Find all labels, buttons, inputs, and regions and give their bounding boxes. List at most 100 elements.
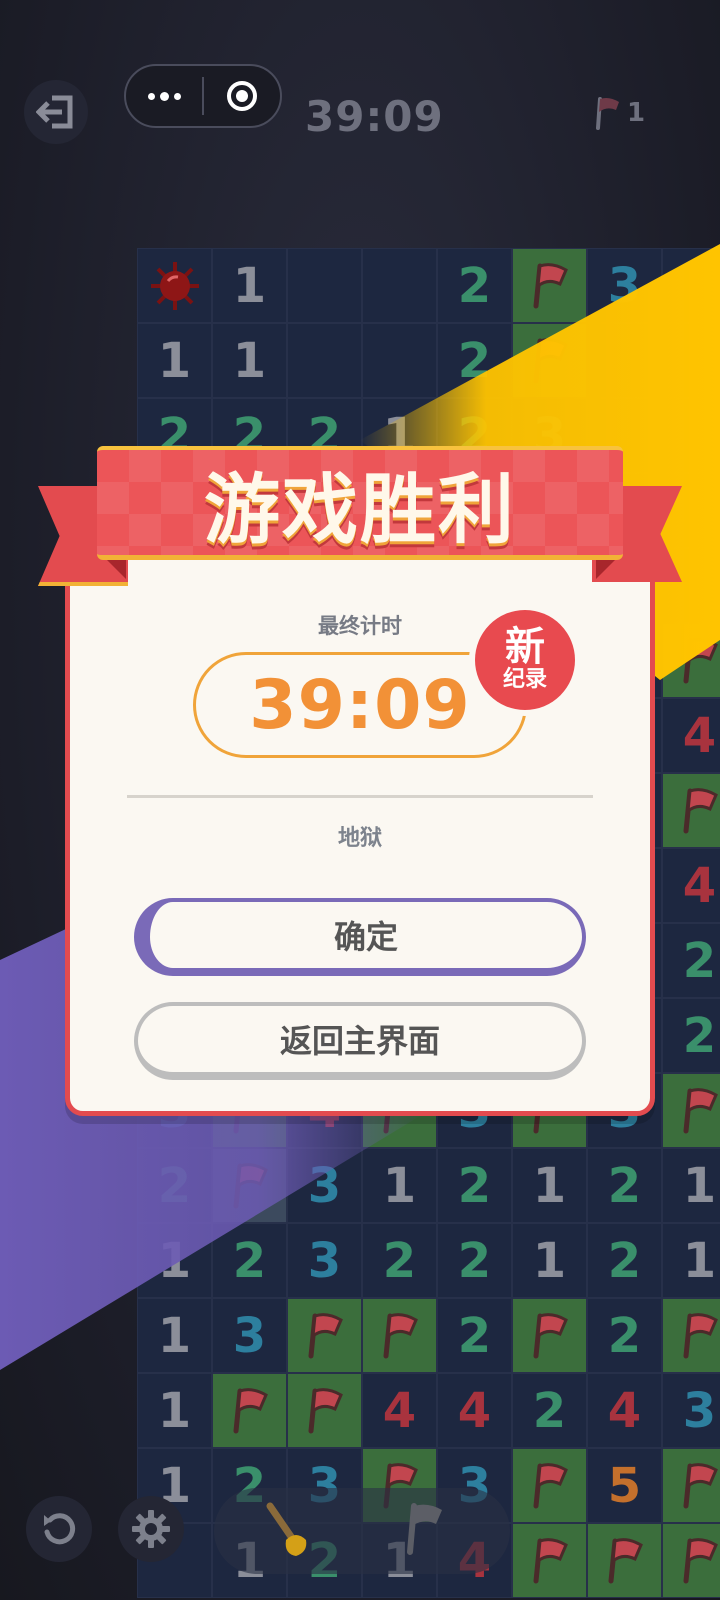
mine-cell[interactable]: [137, 248, 212, 323]
flag-icon: [233, 1387, 268, 1433]
more-dot: [159, 91, 169, 101]
flag-icon: [533, 1312, 568, 1358]
number-cell[interactable]: 2: [212, 1223, 287, 1298]
final-time-value: 39:09: [249, 665, 471, 745]
close-miniprogram-button[interactable]: [204, 81, 280, 111]
flag-icon: [308, 1312, 343, 1358]
number-cell[interactable]: 4: [587, 1373, 662, 1448]
number-cell[interactable]: 2: [662, 923, 720, 998]
number-cell[interactable]: 1: [662, 1223, 720, 1298]
flagged-cell[interactable]: [662, 1448, 720, 1523]
flagged-cell[interactable]: [362, 1298, 437, 1373]
number-cell[interactable]: 4: [362, 1373, 437, 1448]
final-time-label: 最终计时: [318, 614, 402, 638]
number-cell[interactable]: 1: [512, 1223, 587, 1298]
number-cell[interactable]: 2: [362, 1223, 437, 1298]
number-cell[interactable]: 2: [662, 998, 720, 1073]
flag-icon: [383, 1312, 418, 1358]
more-dot: [147, 92, 155, 100]
flag-icon: [407, 1503, 442, 1555]
flagged-cell[interactable]: [287, 1373, 362, 1448]
new-record-badge: 新 纪录: [475, 610, 575, 710]
revealed-cell[interactable]: [362, 323, 437, 398]
number-cell[interactable]: 4: [437, 1373, 512, 1448]
exit-icon: [36, 95, 73, 129]
number-cell[interactable]: 3: [212, 1298, 287, 1373]
number-cell[interactable]: 2: [587, 1223, 662, 1298]
number-cell[interactable]: 2: [137, 1148, 212, 1223]
number-cell[interactable]: 1: [512, 1148, 587, 1223]
dig-tool-button[interactable]: [262, 1500, 318, 1564]
number-cell[interactable]: 2: [437, 248, 512, 323]
number-cell[interactable]: 1: [137, 323, 212, 398]
badge-new-text: 新: [505, 624, 545, 670]
difficulty-label: 地狱: [337, 826, 382, 851]
exit-button[interactable]: [24, 80, 88, 144]
flagged-cell[interactable]: [512, 248, 587, 323]
number-cell[interactable]: 3: [662, 1373, 720, 1448]
restart-button[interactable]: [26, 1496, 92, 1562]
number-cell[interactable]: 4: [662, 848, 720, 923]
flag-icon: [683, 1462, 718, 1508]
revealed-cell[interactable]: [662, 323, 720, 398]
flagged-cell[interactable]: [662, 1298, 720, 1373]
back-to-home-button[interactable]: 返回主界面: [134, 1002, 586, 1080]
flag-icon: [533, 262, 568, 308]
mini-program-capsule: [124, 64, 282, 128]
number-cell[interactable]: 4: [662, 698, 720, 773]
revealed-cell[interactable]: [287, 323, 362, 398]
game-timer: 39:09: [305, 92, 444, 141]
revealed-cell[interactable]: [587, 323, 662, 398]
dialog-divider: [127, 795, 593, 798]
number-cell[interactable]: 2: [512, 1373, 587, 1448]
gear-icon: [132, 1510, 170, 1548]
flag-icon: [596, 97, 619, 130]
number-cell[interactable]: 2: [587, 1148, 662, 1223]
number-cell[interactable]: 1: [137, 1223, 212, 1298]
mine-icon: [150, 261, 199, 310]
flagged-cell[interactable]: [512, 1298, 587, 1373]
number-cell[interactable]: 2: [437, 323, 512, 398]
number-cell[interactable]: 1: [137, 1373, 212, 1448]
flag-icon: [683, 1087, 718, 1133]
flag-tool-button[interactable]: [400, 1500, 450, 1560]
flagged-cell[interactable]: [587, 1523, 662, 1598]
flagged-cell[interactable]: [287, 1298, 362, 1373]
title-ribbon: 游戏胜利: [97, 446, 623, 560]
flagged-cell[interactable]: [512, 1448, 587, 1523]
revealed-cell[interactable]: [662, 248, 720, 323]
revealed-cell[interactable]: [287, 248, 362, 323]
flag-icon: [533, 1537, 568, 1583]
number-cell[interactable]: 2: [437, 1298, 512, 1373]
number-cell[interactable]: 3: [587, 248, 662, 323]
number-cell[interactable]: 2: [587, 1298, 662, 1373]
number-cell[interactable]: 1: [212, 323, 287, 398]
flag-icon: [683, 637, 718, 683]
badge-record-text: 纪录: [502, 667, 547, 692]
number-cell[interactable]: 3: [287, 1223, 362, 1298]
number-cell[interactable]: 1: [362, 1148, 437, 1223]
flagged-cell[interactable]: [212, 1148, 287, 1223]
flagged-cell[interactable]: [512, 323, 587, 398]
restart-icon: [44, 1513, 76, 1545]
number-cell[interactable]: 5: [587, 1448, 662, 1523]
flagged-cell[interactable]: [212, 1373, 287, 1448]
number-cell[interactable]: 3: [287, 1148, 362, 1223]
settings-button[interactable]: [118, 1496, 184, 1562]
flag-icon: [608, 1537, 643, 1583]
record-icon: [227, 81, 257, 111]
flagged-cell[interactable]: [512, 1523, 587, 1598]
confirm-button[interactable]: 确定: [134, 898, 586, 976]
number-cell[interactable]: 1: [137, 1298, 212, 1373]
revealed-cell[interactable]: [662, 398, 720, 473]
number-cell[interactable]: 1: [212, 248, 287, 323]
flag-counter: 1: [595, 96, 645, 130]
number-cell[interactable]: 2: [437, 1148, 512, 1223]
number-cell[interactable]: 1: [662, 1148, 720, 1223]
shovel-icon: [266, 1502, 307, 1556]
flagged-cell[interactable]: [662, 1523, 720, 1598]
number-cell[interactable]: 2: [437, 1223, 512, 1298]
revealed-cell[interactable]: [362, 248, 437, 323]
flagged-cell[interactable]: [662, 1073, 720, 1148]
more-menu-button[interactable]: [126, 66, 202, 126]
